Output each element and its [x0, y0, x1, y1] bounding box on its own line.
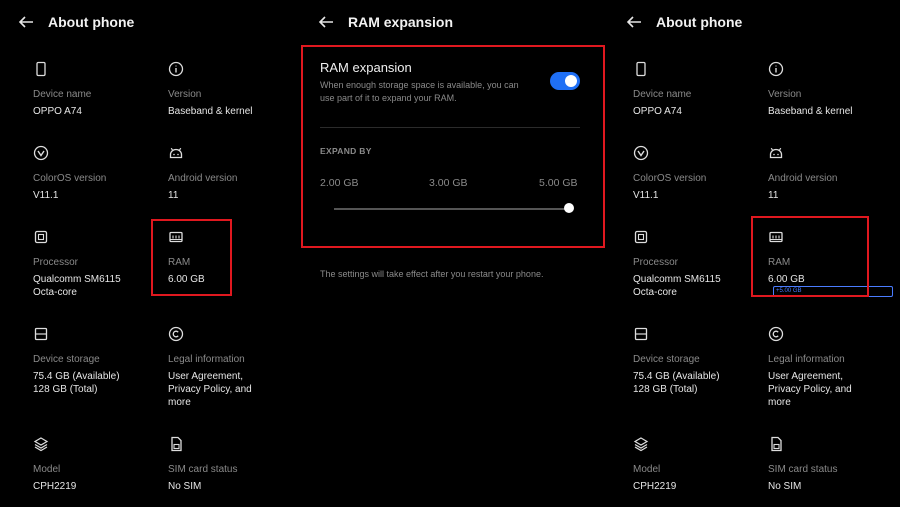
android-version-item[interactable]: Android version 11 — [168, 145, 293, 202]
item-value: 11 — [168, 190, 179, 201]
android-version-item[interactable]: Android version 11 — [768, 145, 893, 202]
version-item[interactable]: Version Baseband & kernel — [168, 61, 293, 118]
item-value: Baseband & kernel — [168, 106, 253, 117]
coloros-version-item[interactable]: ColorOS version V11.1 — [33, 145, 158, 202]
back-arrow-icon[interactable] — [318, 14, 334, 30]
item-value: OPPO A74 — [633, 106, 682, 117]
sim-card-status-item[interactable]: SIM card status No SIM — [768, 436, 893, 493]
android-icon — [769, 147, 783, 159]
sim-icon — [171, 436, 182, 452]
android-icon — [169, 147, 183, 159]
item-label: Processor — [33, 257, 79, 268]
item-label: Model — [633, 464, 661, 475]
item-value: User Agreement, Privacy Policy, and more — [168, 371, 252, 408]
item-label: SIM card status — [168, 464, 238, 475]
item-value: Baseband & kernel — [768, 106, 853, 117]
processor-item[interactable]: Processor Qualcomm SM6115 Octa-core — [33, 229, 158, 299]
item-value: User Agreement, Privacy Policy, and more — [768, 371, 852, 408]
item-value: Qualcomm SM6115 Octa-core — [633, 274, 721, 298]
device-name-item[interactable]: Device name OPPO A74 — [633, 61, 758, 118]
item-label: Legal information — [168, 354, 245, 365]
layers-icon — [33, 437, 49, 452]
phone-icon — [636, 61, 646, 77]
copyright-icon — [168, 326, 184, 342]
item-label: Android version — [768, 173, 838, 184]
sim-card-status-item[interactable]: SIM card status No SIM — [168, 436, 293, 493]
page-title: About phone — [656, 14, 743, 30]
storage-icon — [34, 327, 48, 341]
processor-icon — [634, 230, 648, 244]
coloros-version-item[interactable]: ColorOS version V11.1 — [633, 145, 758, 202]
about-phone-panel-right: About phone Device name OPPO A74 Version… — [608, 0, 900, 507]
legal-information-item[interactable]: Legal information User Agreement, Privacy… — [168, 326, 293, 409]
legal-information-item[interactable]: Legal information User Agreement, Privacy… — [768, 326, 893, 409]
back-arrow-icon[interactable] — [18, 14, 34, 30]
info-icon — [168, 61, 184, 77]
ram-expansion-panel: RAM expansion RAM expansion When enough … — [300, 0, 608, 507]
restart-note: The settings will take effect after you … — [320, 269, 544, 279]
item-label: Model — [33, 464, 61, 475]
item-value: CPH2219 — [633, 481, 677, 492]
item-label: Version — [768, 89, 802, 100]
layers-icon — [633, 437, 649, 452]
copyright-icon — [768, 326, 784, 342]
ram-expansion-highlight-box — [301, 45, 605, 248]
phone-icon — [36, 61, 46, 77]
item-label: Device storage — [633, 354, 700, 365]
info-icon — [768, 61, 784, 77]
storage-icon — [634, 327, 648, 341]
item-value: 11 — [768, 190, 779, 201]
item-label: SIM card status — [768, 464, 838, 475]
item-value: V11.1 — [633, 190, 659, 201]
item-value: 75.4 GB (Available) 128 GB (Total) — [633, 371, 720, 395]
page-title: RAM expansion — [348, 14, 454, 30]
item-label: Android version — [168, 173, 238, 184]
coloros-icon — [633, 145, 649, 161]
item-label: Processor — [633, 257, 679, 268]
item-value: V11.1 — [33, 190, 59, 201]
item-value: No SIM — [168, 481, 202, 492]
sim-icon — [771, 436, 782, 452]
item-label: Version — [168, 89, 202, 100]
item-label: ColorOS version — [633, 173, 707, 184]
item-label: Device name — [633, 89, 692, 100]
item-value: OPPO A74 — [33, 106, 82, 117]
device-name-item[interactable]: Device name OPPO A74 — [33, 61, 158, 118]
header: About phone — [626, 10, 742, 34]
item-value: No SIM — [768, 481, 802, 492]
item-value: Qualcomm SM6115 Octa-core — [33, 274, 121, 298]
item-value: 75.4 GB (Available) 128 GB (Total) — [33, 371, 120, 395]
ram-highlight-box — [151, 219, 232, 296]
item-label: Device storage — [33, 354, 100, 365]
model-item[interactable]: Model CPH2219 — [33, 436, 158, 493]
about-phone-panel-left: About phone Device name OPPO A74 Version… — [0, 0, 300, 507]
item-label: Device name — [33, 89, 92, 100]
page-title: About phone — [48, 14, 135, 30]
model-item[interactable]: Model CPH2219 — [633, 436, 758, 493]
coloros-icon — [33, 145, 49, 161]
version-item[interactable]: Version Baseband & kernel — [768, 61, 893, 118]
header: RAM expansion — [318, 10, 453, 34]
back-arrow-icon[interactable] — [626, 14, 642, 30]
item-label: ColorOS version — [33, 173, 107, 184]
processor-icon — [34, 230, 48, 244]
header: About phone — [18, 10, 134, 34]
item-label: Legal information — [768, 354, 845, 365]
device-storage-item[interactable]: Device storage 75.4 GB (Available) 128 GB… — [33, 326, 158, 396]
processor-item[interactable]: Processor Qualcomm SM6115 Octa-core — [633, 229, 758, 299]
ram-highlight-box — [751, 216, 869, 297]
device-storage-item[interactable]: Device storage 75.4 GB (Available) 128 GB… — [633, 326, 758, 396]
item-value: CPH2219 — [33, 481, 77, 492]
